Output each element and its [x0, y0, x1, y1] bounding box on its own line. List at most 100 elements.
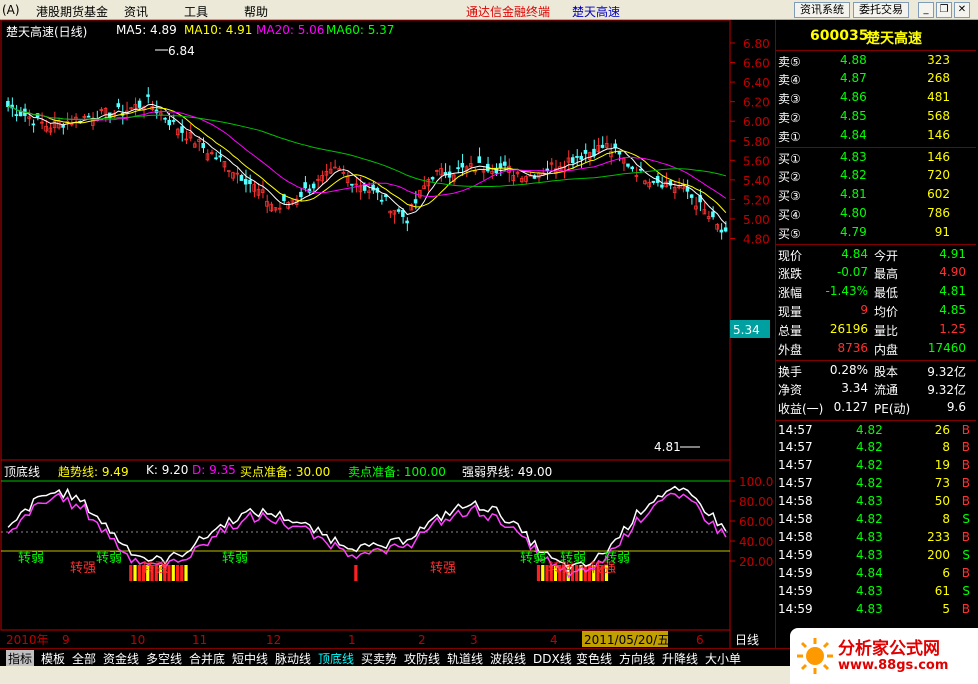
tab-7[interactable]: 脉动线 — [273, 650, 313, 666]
signal-label: 转强 — [70, 561, 96, 576]
candle-body — [456, 167, 460, 170]
price-axis-label: 4.80 — [743, 233, 770, 247]
tab-3[interactable]: 资金线 — [101, 650, 141, 666]
candle-body — [146, 94, 150, 97]
signal-bar — [354, 565, 358, 581]
tick-side: B — [961, 440, 970, 454]
indicator-name[interactable]: 顶底线 — [4, 463, 40, 480]
tick-volume: 73 — [934, 476, 950, 490]
candle-body — [719, 229, 724, 233]
tick-price: 4.82 — [856, 440, 883, 454]
tick-time: 14:57 — [778, 458, 813, 472]
tick-volume: 8 — [942, 440, 950, 454]
tab-12[interactable]: 波段线 — [488, 650, 528, 666]
bid-volume: 602 — [927, 187, 950, 201]
signal-label: 转弱 — [604, 551, 630, 566]
app-banner: 通达信金融终端 — [466, 5, 551, 19]
tick-side: B — [961, 423, 970, 437]
kline-chart[interactable]: 6.80 6.60 6.40 6.20 6.00 5.80 5.60 5.40 5.20 5.00… — [0, 20, 775, 648]
menu-item-help[interactable]: 帮助 — [244, 3, 268, 20]
bid-volume: 720 — [927, 168, 950, 182]
tick-time: 14:59 — [778, 584, 813, 598]
candle-body — [638, 168, 643, 171]
ma20-label: MA20: 5.06 — [256, 23, 325, 37]
date-axis-label: 6 — [696, 633, 704, 647]
ask-row: 卖③ 4.86 481 — [776, 88, 976, 107]
tab-2[interactable]: 全部 — [70, 650, 98, 666]
close-icon[interactable]: ✕ — [954, 2, 970, 18]
restore-icon[interactable]: ❐ — [936, 2, 952, 18]
signal-bar — [583, 565, 587, 581]
tab-17[interactable]: 大小单 — [703, 650, 743, 666]
tab-4[interactable]: 多空线 — [144, 650, 184, 666]
signal-label: 转强 — [142, 561, 168, 576]
price-axis-label: 5.20 — [743, 193, 770, 207]
tick-time: 14:59 — [778, 602, 813, 616]
tab-9[interactable]: 买卖势 — [359, 650, 399, 666]
tick-price: 4.83 — [856, 548, 883, 562]
tick-time: 14:59 — [778, 566, 813, 580]
price-axis-label: 6.80 — [743, 37, 770, 51]
fund-label: 收益(一) — [778, 402, 824, 416]
signal-bar — [171, 565, 175, 581]
ma60-line — [8, 106, 727, 187]
signal-label: 转弱 — [222, 551, 248, 566]
menu-item-tools[interactable]: 工具 — [184, 3, 208, 20]
tick-price: 4.82 — [856, 423, 883, 437]
bid-level-label: 买① — [778, 152, 801, 166]
ask-level-label: 卖⑤ — [778, 55, 801, 69]
menu-item-hk-futures[interactable]: 港股期货基金 — [36, 3, 108, 20]
news-system-button[interactable]: 资讯系统 — [794, 2, 850, 18]
tick-row: 14:58 4.82 8 S — [776, 510, 976, 529]
tick-side: B — [961, 530, 970, 544]
chart-area[interactable]: 6.80 6.60 6.40 6.20 6.00 5.80 5.60 5.40 5.20 5.00… — [0, 20, 775, 648]
tab-8[interactable]: 顶底线 — [316, 650, 356, 666]
tick-time: 14:58 — [778, 494, 813, 508]
tab-11[interactable]: 轨道线 — [445, 650, 485, 666]
ask-level-label: 卖④ — [778, 73, 801, 87]
candle-body — [460, 162, 465, 168]
tick-price: 4.84 — [856, 566, 883, 580]
ask-row: 卖① 4.84 146 — [776, 126, 976, 145]
candle-body — [116, 103, 121, 108]
signal-bar — [175, 565, 180, 581]
stat-value: 9 — [860, 303, 868, 317]
tab-1[interactable]: 模板 — [39, 650, 67, 666]
signal-bar — [541, 565, 545, 581]
menu-item-news[interactable]: 资讯 — [124, 3, 148, 20]
candle-body — [617, 151, 622, 155]
chart-title: 楚天高速(日线) — [6, 25, 88, 39]
tick-row: 14:58 4.83 50 B — [776, 492, 976, 511]
indicator-axis-label: 100.0 — [739, 475, 773, 489]
bid-row: 买③ 4.81 602 — [776, 185, 976, 204]
tick-price: 4.83 — [856, 584, 883, 598]
menu-item-a[interactable]: (A) — [2, 3, 20, 17]
tab-10[interactable]: 攻防线 — [402, 650, 442, 666]
menu-bar: (A) 港股期货基金 资讯 工具 帮助 通达信金融终端 楚天高速 资讯系统 委托… — [0, 0, 978, 20]
stat-label: 总量 — [778, 324, 803, 338]
price-axis-label: 5.60 — [743, 154, 770, 168]
ask-level-label: 卖② — [778, 111, 801, 125]
tab-14[interactable]: 变色线 — [574, 650, 614, 666]
tab-6[interactable]: 短中线 — [230, 650, 270, 666]
trade-order-button[interactable]: 委托交易 — [853, 2, 909, 18]
fund-row: 换手 0.28% 股本 9.32亿 — [776, 360, 976, 379]
tab-0[interactable]: 指标 — [6, 650, 35, 666]
bid-level-label: 买④ — [778, 208, 801, 222]
candle-body — [362, 184, 367, 191]
bid-level-label: 买⑤ — [778, 227, 801, 241]
tab-13[interactable]: DDX线 — [531, 650, 574, 666]
stat-value: 1.25 — [939, 322, 966, 336]
tab-5[interactable]: 合并底 — [187, 650, 227, 666]
fund-label: 股本 — [874, 365, 899, 379]
candle-body — [583, 149, 588, 154]
tick-time: 14:57 — [778, 423, 813, 437]
minimize-icon[interactable]: _ — [918, 2, 934, 18]
fund-value: 9.32亿 — [927, 383, 966, 397]
date-highlight: 2011/05/20/五 — [584, 633, 669, 647]
tab-15[interactable]: 方向线 — [617, 650, 657, 666]
date-axis-label: 2010年 — [6, 633, 49, 647]
tab-16[interactable]: 升降线 — [660, 650, 700, 666]
indicator-frame — [0, 459, 731, 631]
signal-label: 转弱 — [560, 551, 586, 566]
